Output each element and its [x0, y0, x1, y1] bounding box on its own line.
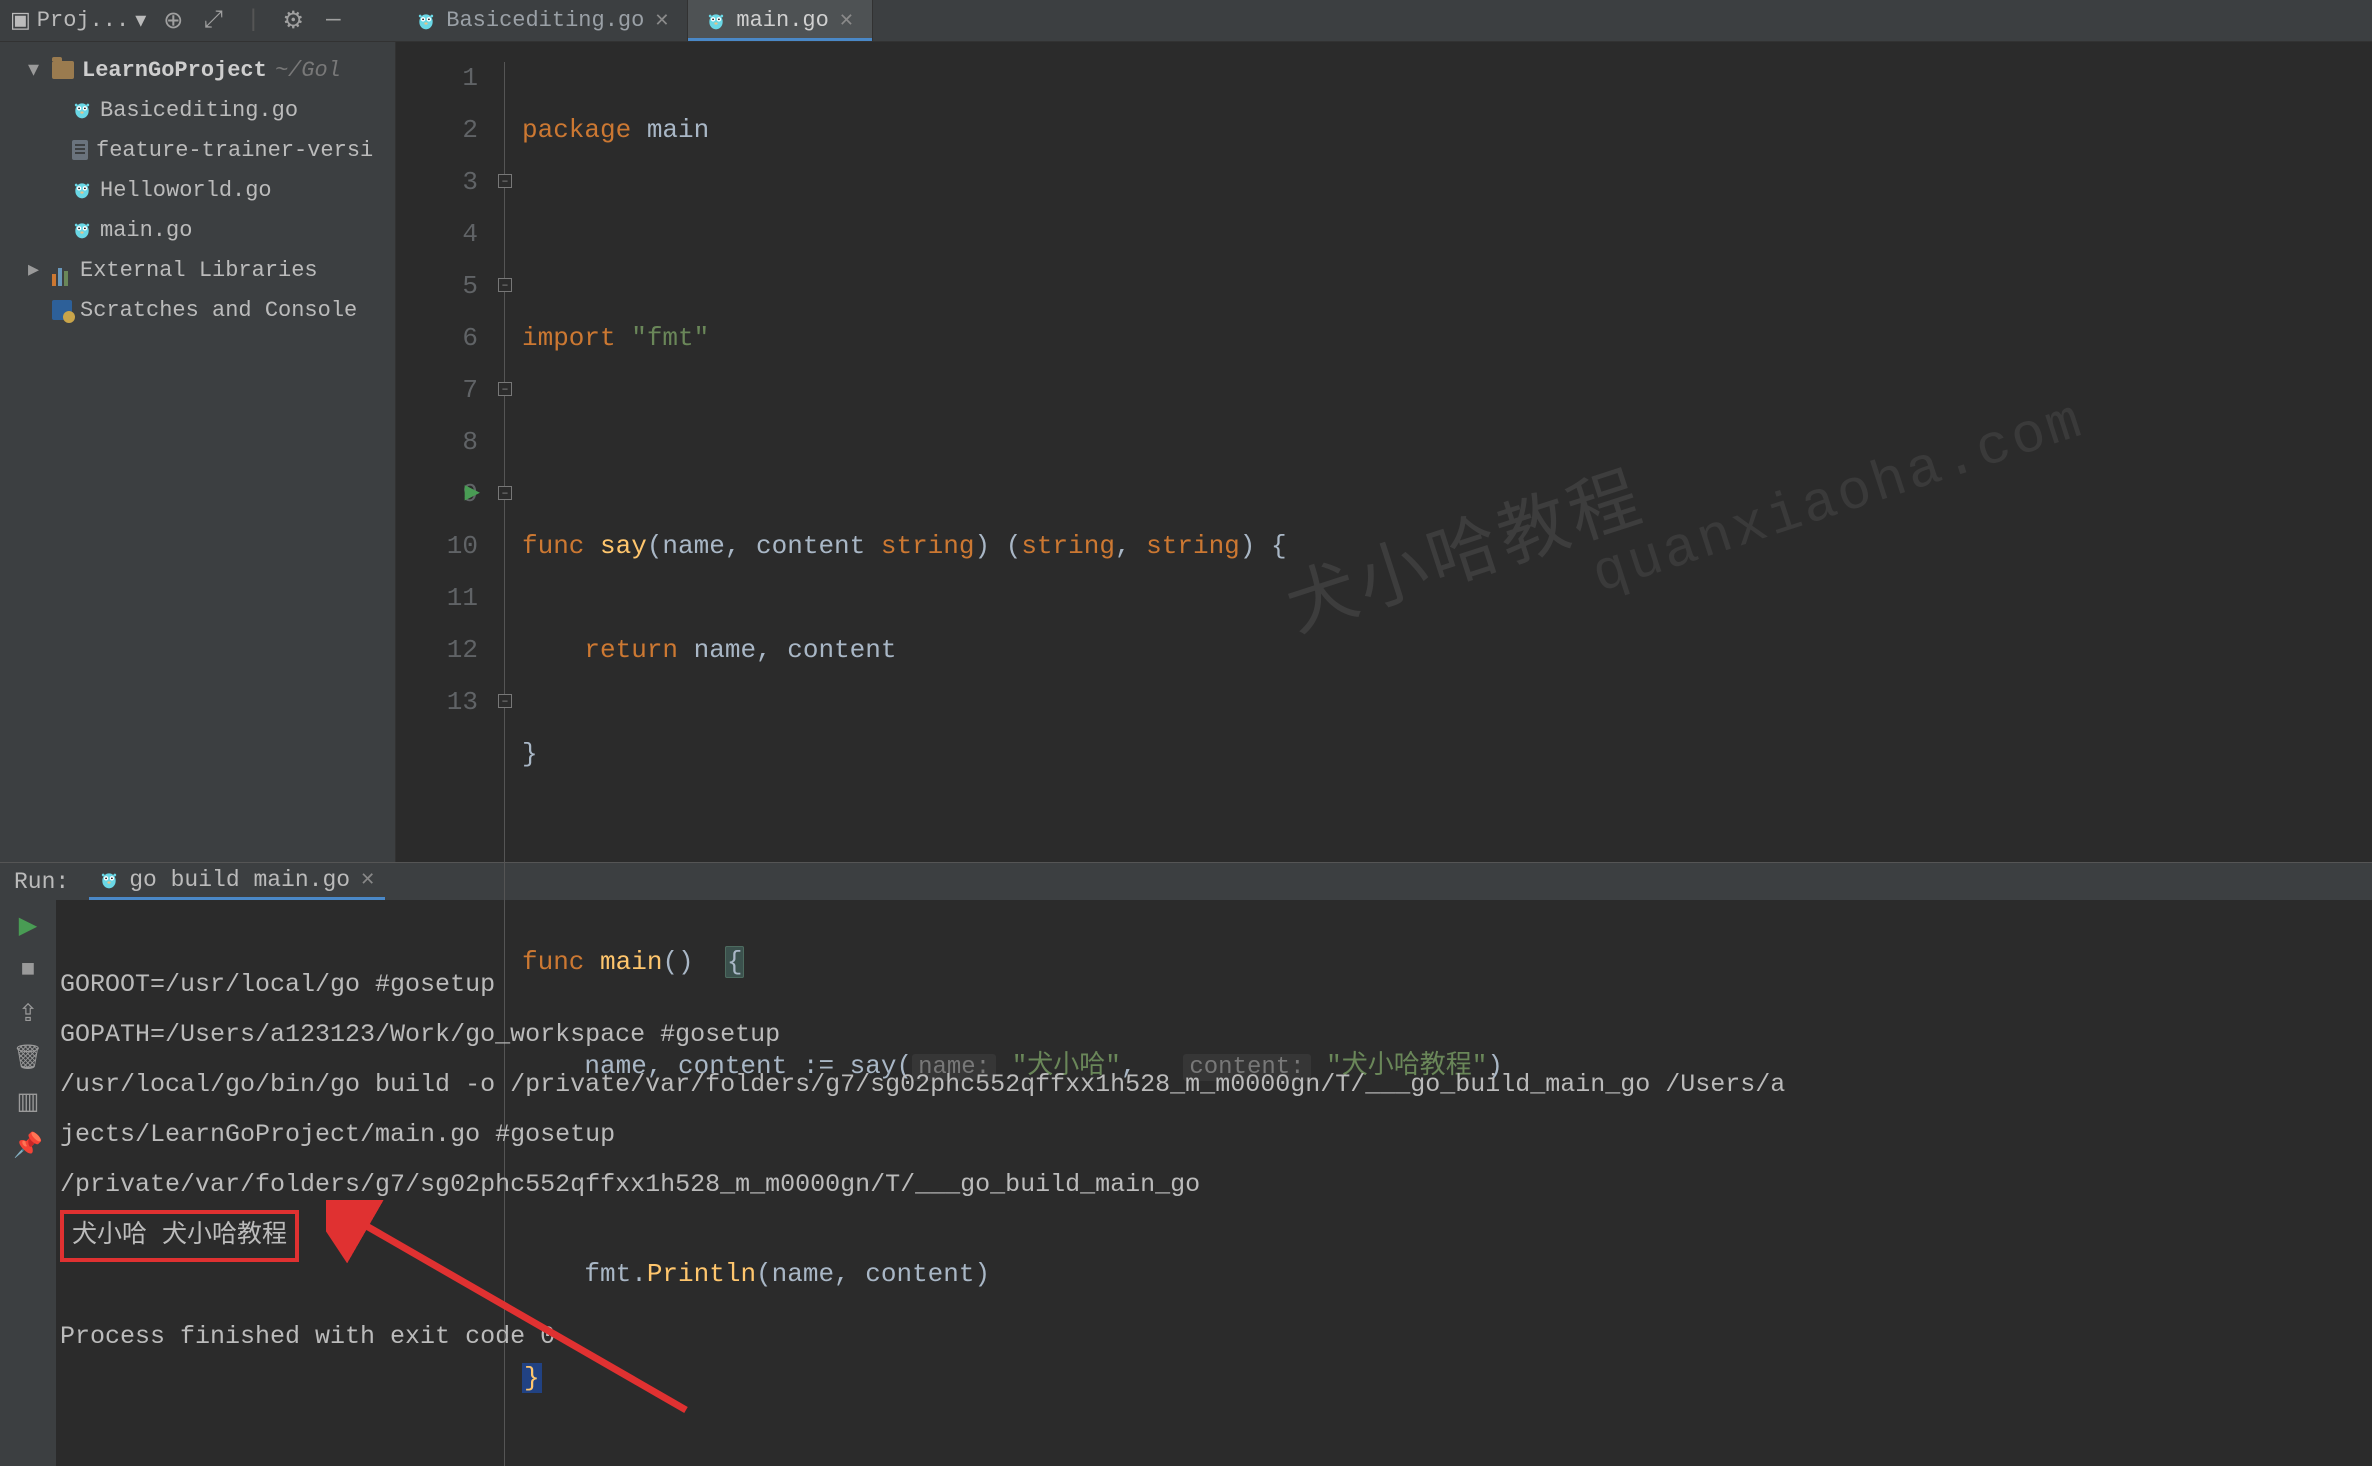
console-line: GOROOT=/usr/local/go #gosetup	[60, 970, 495, 999]
scratches-icon	[52, 300, 72, 320]
fold-toggle[interactable]: –	[498, 486, 512, 500]
line-number: 12	[396, 624, 478, 676]
line-number: 10	[396, 520, 478, 572]
run-gutter-icon[interactable]: ▶	[465, 468, 480, 520]
target-icon[interactable]: ⊕	[160, 8, 186, 34]
chevron-down-icon: ▾	[28, 57, 44, 83]
expand-icon[interactable]: ⤢	[200, 8, 226, 34]
line-number: 13	[396, 676, 478, 728]
console-line: /usr/local/go/bin/go build -o /private/v…	[60, 1070, 1785, 1099]
line-number: 2	[396, 104, 478, 156]
go-file-icon	[99, 870, 119, 890]
tree-root[interactable]: ▾ LearnGoProject ~/Gol	[0, 50, 395, 90]
chevron-down-icon: ▾	[135, 8, 146, 34]
file-name: Basicediting.go	[100, 98, 298, 123]
file-name: feature-trainer-versi	[96, 138, 373, 163]
tree-file[interactable]: Basicediting.go	[0, 90, 395, 130]
line-number: 3	[396, 156, 478, 208]
tree-file[interactable]: Helloworld.go	[0, 170, 395, 210]
line-number: 8	[396, 416, 478, 468]
tab-basicediting[interactable]: Basicediting.go ✕	[398, 0, 688, 41]
tree-file[interactable]: main.go	[0, 210, 395, 250]
run-config-label: go build main.go	[129, 867, 350, 893]
fold-toggle[interactable]: –	[498, 174, 512, 188]
console-exit-line: Process finished with exit code 0	[60, 1322, 555, 1351]
project-label: Proj...	[37, 8, 129, 33]
window-icon: ▣	[10, 8, 31, 34]
collapse-icon[interactable]: —	[320, 8, 346, 34]
run-panel: Run: go build main.go ✕ ▶ ■ ⇪ 🗑 ▥ 📌 GORO…	[0, 862, 2372, 1466]
trash-button[interactable]: 🗑	[10, 1040, 46, 1076]
fold-toggle[interactable]: –	[498, 382, 512, 396]
run-config-tab[interactable]: go build main.go ✕	[89, 863, 385, 900]
go-file-icon	[72, 180, 92, 200]
pin-button[interactable]: 📌	[10, 1128, 46, 1164]
external-libraries-label: External Libraries	[80, 258, 318, 283]
tree-scratches[interactable]: Scratches and Console	[0, 290, 395, 330]
console-line: GOPATH=/Users/a123123/Work/go_workspace …	[60, 1020, 780, 1049]
console-line: /private/var/folders/g7/sg02phc552qffxx1…	[60, 1170, 1200, 1199]
fold-toggle[interactable]: –	[498, 278, 512, 292]
close-icon[interactable]: ✕	[839, 10, 854, 32]
line-number: 5	[396, 260, 478, 312]
tree-file[interactable]: feature-trainer-versi	[0, 130, 395, 170]
program-output-highlight: 犬小哈 犬小哈教程	[60, 1210, 299, 1262]
close-icon[interactable]: ✕	[360, 869, 375, 891]
tab-main[interactable]: main.go ✕	[688, 0, 873, 41]
line-number: 11	[396, 572, 478, 624]
go-file-icon	[706, 11, 726, 31]
tree-root-name: LearnGoProject	[82, 58, 267, 83]
line-number: 7	[396, 364, 478, 416]
gear-icon[interactable]: ⚙	[280, 8, 306, 34]
project-dropdown[interactable]: ▣ Proj... ▾	[10, 8, 146, 34]
line-number: 9▶	[396, 468, 478, 520]
line-number: 4	[396, 208, 478, 260]
tree-root-path: ~/Gol	[275, 58, 341, 83]
up-button[interactable]: ⇪	[10, 996, 46, 1032]
tab-label: main.go	[736, 8, 828, 33]
editor-tabs: Basicediting.go ✕ main.go ✕	[398, 0, 873, 41]
line-number: 1	[396, 52, 478, 104]
divider: |	[240, 8, 266, 34]
rerun-button[interactable]: ▶	[10, 908, 46, 944]
layout-button[interactable]: ▥	[10, 1084, 46, 1120]
tree-external-libraries[interactable]: ▸ External Libraries	[0, 250, 395, 290]
tab-label: Basicediting.go	[446, 8, 644, 33]
chevron-right-icon: ▸	[28, 257, 44, 283]
go-file-icon	[416, 11, 436, 31]
toolbar: ▣ Proj... ▾ ⊕ ⤢ | ⚙ — Basicediting.go ✕ …	[0, 0, 2372, 42]
scratches-label: Scratches and Console	[80, 298, 357, 323]
go-file-icon	[72, 100, 92, 120]
project-tree: ▾ LearnGoProject ~/Gol Basicediting.go f…	[0, 42, 396, 862]
folder-icon	[52, 61, 74, 79]
console-line: jects/LearnGoProject/main.go #gosetup	[60, 1120, 615, 1149]
file-name: main.go	[100, 218, 192, 243]
editor: 1 2 3 4 5 6 7 8 9▶ 10 11 12 13 –	[396, 42, 2372, 862]
line-number: 6	[396, 312, 478, 364]
file-name: Helloworld.go	[100, 178, 272, 203]
stop-button[interactable]: ■	[10, 952, 46, 988]
run-label: Run:	[14, 869, 69, 895]
library-icon	[52, 261, 72, 279]
console-toolbar: ▶ ■ ⇪ 🗑 ▥ 📌	[0, 900, 56, 1466]
console-output[interactable]: GOROOT=/usr/local/go #gosetup GOPATH=/Us…	[56, 900, 2372, 1466]
fold-toggle[interactable]: –	[498, 694, 512, 708]
text-file-icon	[72, 140, 88, 160]
close-icon[interactable]: ✕	[654, 10, 669, 32]
annotation-arrow	[326, 1200, 706, 1420]
go-file-icon	[72, 220, 92, 240]
